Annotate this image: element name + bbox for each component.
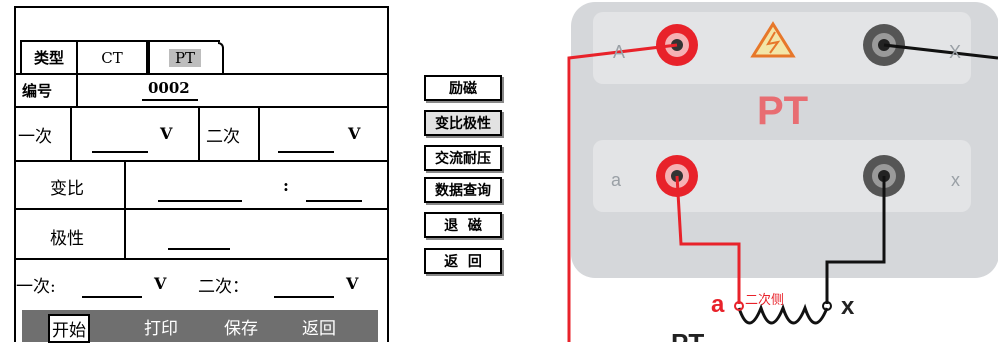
pt-wiring-illustration: A X PT a x a 二次侧 x PT	[567, 2, 998, 346]
bottom-primary-line	[82, 296, 142, 298]
bottom-primary-unit: V	[154, 274, 167, 293]
ac-withstand-button[interactable]: 交流耐压	[424, 145, 502, 171]
bottom-primary-label: 一次:	[16, 277, 56, 297]
ratio-separator: :	[283, 176, 289, 195]
number-label: 编号	[22, 82, 53, 100]
bottom-secondary-line	[274, 296, 334, 298]
coil-label-a: a	[711, 291, 725, 318]
secondary-unit: V	[348, 124, 361, 143]
ratio-label: 变比	[50, 179, 84, 199]
coil-winding-icon	[737, 303, 829, 325]
label-X: X	[949, 42, 961, 62]
polarity-label: 极性	[50, 229, 84, 249]
row-divider	[14, 208, 389, 210]
save-button[interactable]: 保存	[224, 314, 258, 339]
primary-label: 一次	[18, 127, 52, 147]
col-divider	[258, 106, 260, 160]
print-button[interactable]: 打印	[144, 314, 178, 339]
number-underline	[142, 99, 198, 101]
ratio-primary-line[interactable]	[158, 200, 242, 202]
col-divider	[70, 106, 72, 160]
pt-wiring-photo: A X PT a x a 二次侧 x PT	[551, 0, 998, 346]
data-query-button[interactable]: 数据查询	[424, 177, 502, 203]
label-x: x	[951, 170, 960, 190]
start-button[interactable]: 开始	[48, 314, 90, 343]
row-divider	[14, 73, 389, 75]
secondary-input-line[interactable]	[278, 151, 334, 153]
row-divider	[14, 258, 389, 260]
ratio-secondary-line[interactable]	[306, 200, 362, 202]
number-value[interactable]: 0002	[148, 79, 190, 97]
primary-input-line[interactable]	[92, 151, 148, 153]
pt-bottom-label: PT	[671, 328, 704, 342]
col-divider	[76, 73, 78, 107]
demagnetize-button[interactable]: 退 磁	[424, 212, 502, 238]
polarity-line	[168, 248, 230, 250]
label-a: a	[611, 170, 622, 190]
bottom-secondary-label: 二次：	[198, 277, 249, 297]
label-A: A	[613, 42, 625, 62]
col-divider	[198, 106, 200, 160]
tab-pt-label: PT	[168, 48, 202, 67]
col-divider	[124, 160, 126, 258]
coil-label-x: x	[841, 293, 855, 320]
primary-unit: V	[160, 124, 173, 143]
row-divider	[14, 160, 389, 162]
secondary-side-label: 二次侧	[745, 292, 784, 308]
back-button[interactable]: 返回	[302, 314, 336, 339]
return-button[interactable]: 返 回	[424, 248, 502, 274]
tab-pt-edge	[218, 42, 224, 73]
excitation-button[interactable]: 励磁	[424, 75, 502, 101]
tab-ct[interactable]: CT	[76, 40, 148, 73]
secondary-plate	[593, 140, 971, 212]
type-label: 类型	[20, 40, 76, 73]
ratio-polarity-button[interactable]: 变比极性	[424, 110, 502, 136]
pt-title: PT	[757, 89, 808, 133]
bottom-secondary-unit: V	[346, 274, 359, 293]
secondary-label: 二次	[206, 127, 240, 147]
tab-pt[interactable]: PT	[148, 40, 220, 73]
